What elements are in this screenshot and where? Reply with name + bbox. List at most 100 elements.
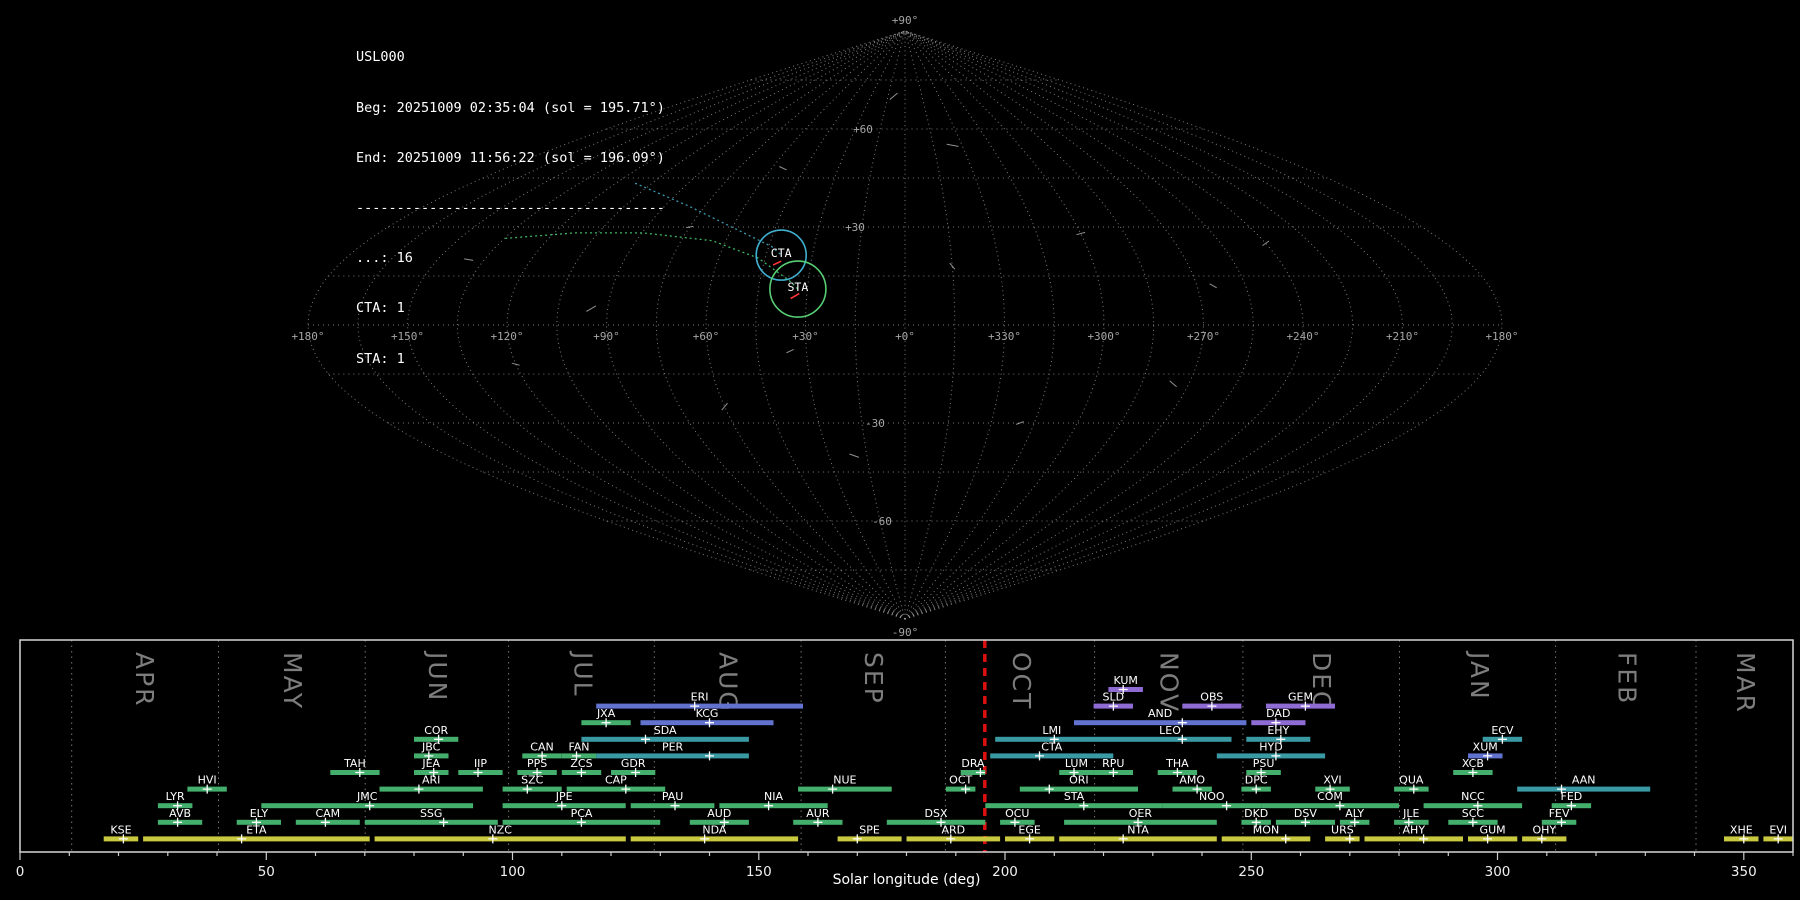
shower-bar-CAP [566, 786, 666, 792]
shower-label-OBS: OBS [1200, 691, 1223, 704]
begin-time-line: Beg: 20251009 02:35:04 (sol = 195.71°) [356, 99, 665, 116]
meteor-radiant-report: { "info": { "lines": [ "USL000", "Beg: 2… [0, 0, 1800, 900]
shower-label-GEM: GEM [1288, 691, 1313, 704]
shower-RPU: RPU [1093, 757, 1133, 777]
shower-bar-SZC [502, 786, 562, 792]
shower-label-DAD: DAD [1266, 707, 1290, 720]
shower-NTA: NTA [1059, 823, 1217, 844]
shower-bar-OCT [945, 786, 976, 792]
map-lat-label: +60 [853, 123, 873, 136]
shower-label-GDR: GDR [621, 757, 646, 770]
shower-label-AMO: AMO [1179, 774, 1205, 787]
shower-SLD: SLD [1093, 691, 1133, 711]
shower-label-AAN: AAN [1572, 774, 1596, 787]
shower-label-OHY: OHY [1532, 823, 1556, 836]
shower-label-KSE: KSE [110, 823, 131, 836]
shower-label-IIP: IIP [474, 757, 487, 770]
sporadic-meteor [1076, 231, 1086, 236]
shower-CAM: CAM [295, 807, 360, 827]
sporadic-meteor [946, 143, 959, 147]
shower-OCT: OCT [945, 774, 976, 794]
sporadic-meteor [1209, 283, 1217, 289]
shower-PER: PER [596, 740, 749, 761]
shower-JXA: JXA [581, 707, 631, 728]
shower-label-SLD: SLD [1103, 691, 1125, 704]
shower-label-LEO: LEO [1159, 724, 1181, 737]
map-meridian [904, 30, 1055, 620]
month-label: NOV [1155, 652, 1184, 713]
x-axis-title: Solar longitude (deg) [832, 872, 981, 888]
shower-COM: COM [1261, 790, 1399, 811]
map-meridian [904, 30, 1006, 620]
shower-label-AUR: AUR [806, 807, 830, 820]
shower-label-JLE: JLE [1402, 807, 1419, 820]
shower-label-DRA: DRA [961, 757, 985, 770]
map-lon-label: +330° [988, 330, 1021, 343]
radiant-STA: STA [769, 260, 827, 318]
shower-label-PAU: PAU [662, 790, 684, 803]
radiant-label-STA: STA [788, 280, 809, 294]
shower-bar-DSX [886, 819, 986, 825]
map-meridian [705, 30, 906, 620]
shower-label-JEA: JEA [421, 757, 440, 770]
session-info: USL000 Beg: 20251009 02:35:04 (sol = 195… [356, 16, 665, 384]
shower-label-LYR: LYR [166, 790, 185, 803]
shower-label-STA: STA [1064, 790, 1085, 803]
shower-peak-marker-ORI [1044, 784, 1054, 794]
sporadic-count-line: ...: 16 [356, 250, 413, 267]
shower-bar-AHY [1364, 836, 1463, 842]
shower-ZCS: ZCS [561, 757, 602, 777]
map-meridian [854, 30, 906, 620]
sporadic-meteor [1262, 240, 1270, 247]
shower-SPE: SPE [837, 823, 902, 844]
shower-label-URS: URS [1331, 823, 1354, 836]
sporadic-meteor [949, 262, 956, 270]
shower-label-ELY: ELY [250, 807, 269, 820]
shower-label-NTA: NTA [1127, 823, 1149, 836]
month-label: SEP [859, 652, 888, 705]
shower-bar-TAH [330, 770, 380, 775]
shower-OBS: OBS [1182, 691, 1242, 711]
shower-PCA: PCA [502, 807, 661, 827]
shower-label-ECV: ECV [1491, 724, 1514, 737]
map-meridian [804, 30, 906, 620]
map-pole-label-south: -90° [892, 626, 919, 639]
map-lon-label: +30° [792, 330, 819, 343]
shower-label-SDA: SDA [654, 724, 677, 737]
shower-label-DSX: DSX [925, 807, 948, 820]
map-pole-label-north: +90° [892, 14, 919, 27]
activity-timeline: APR MAY JUN JUL AUG SEP OCT NOV DEC JAN FEB MARKUME… [16, 639, 1794, 880]
shower-AVB: AVB [157, 807, 203, 827]
shower-label-NCC: NCC [1461, 790, 1485, 803]
shower-IIP: IIP [458, 757, 503, 777]
shower-label-THA: THA [1165, 757, 1189, 770]
shower-bar-NUE [798, 786, 892, 792]
sporadic-meteor [721, 402, 728, 411]
shower-TAH: TAH [330, 757, 380, 777]
shower-DSX: DSX [886, 807, 986, 827]
shower-label-SSG: SSG [420, 807, 443, 820]
shower-label-KCG: KCG [696, 707, 719, 720]
sporadic-meteor [849, 453, 860, 458]
shower-label-RPU: RPU [1102, 757, 1124, 770]
shower-label-AND: AND [1148, 707, 1172, 720]
shower-DPC: DPC [1241, 774, 1271, 794]
shower-bar-ARI [379, 786, 483, 792]
shower-label-LUM: LUM [1065, 757, 1088, 770]
month-label: JUL [568, 650, 597, 698]
month-label: MAY [278, 652, 307, 710]
shower-label-NIA: NIA [764, 790, 783, 803]
shower-label-EHY: EHY [1267, 724, 1289, 737]
shower-label-XUM: XUM [1473, 740, 1498, 753]
shower-label-AUD: AUD [707, 807, 731, 820]
shower-bar-PER [596, 753, 749, 759]
map-meridian [904, 30, 1105, 620]
month-label: FEB [1613, 652, 1642, 705]
shower-label-ETA: ETA [246, 823, 267, 836]
shower-label-PSU: PSU [1253, 757, 1275, 770]
matched-meteor-STA [790, 292, 800, 300]
sporadic-meteor [1169, 380, 1177, 388]
shower-label-CAM: CAM [315, 807, 340, 820]
shower-bar-URS [1325, 836, 1360, 842]
radiant-label-CTA: CTA [771, 246, 792, 260]
